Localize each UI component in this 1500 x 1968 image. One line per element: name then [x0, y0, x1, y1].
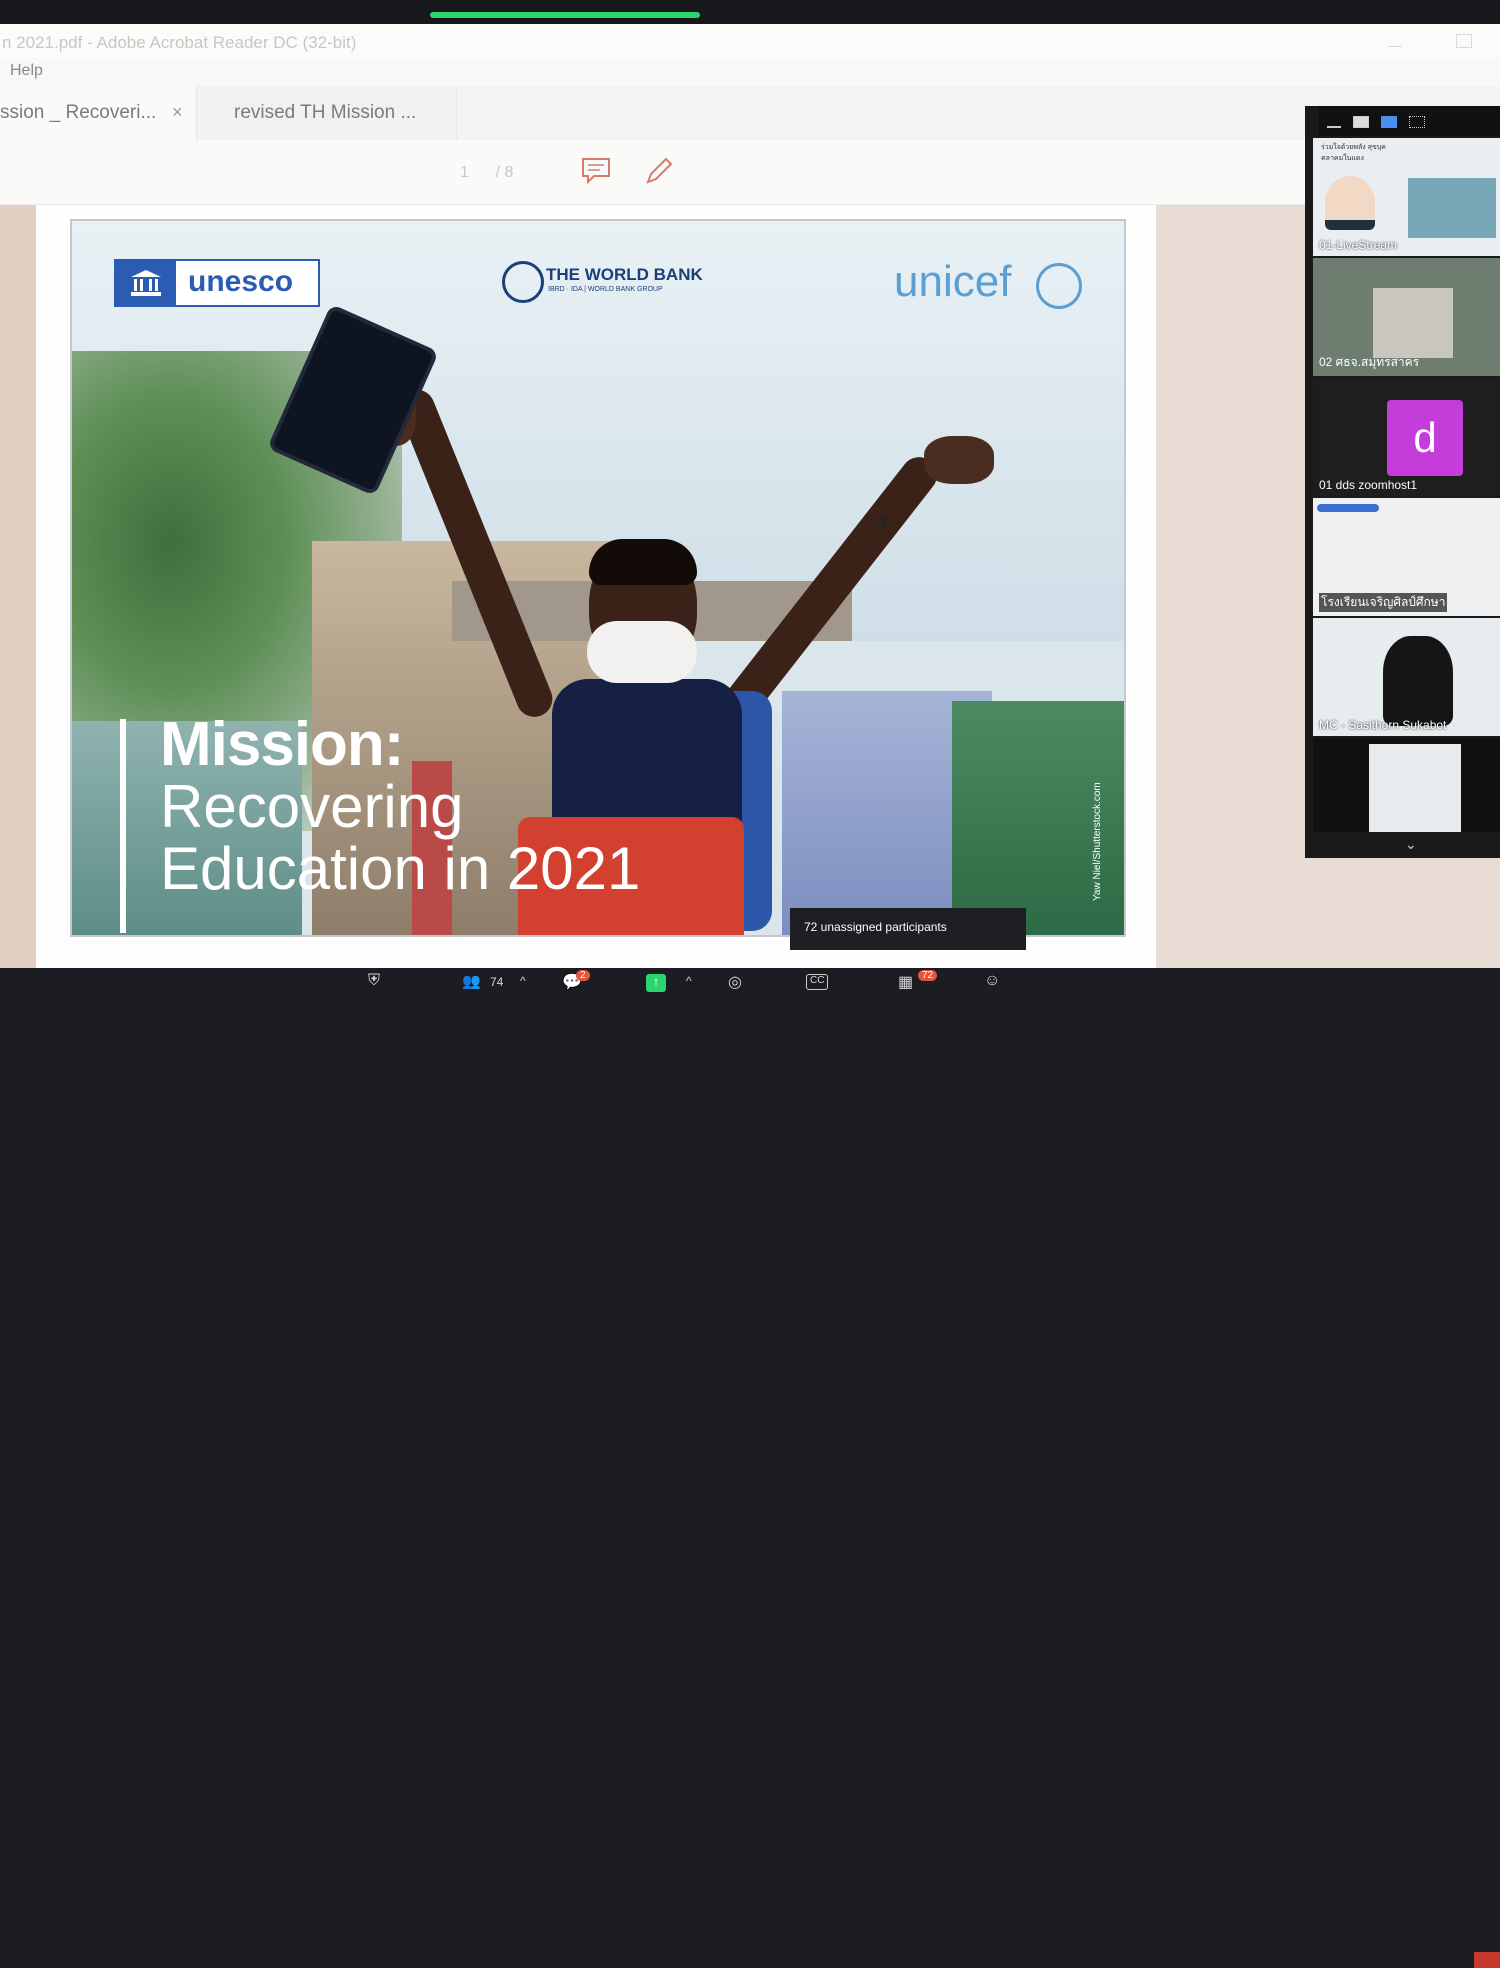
grid-view-icon[interactable] — [1409, 116, 1425, 128]
participant-name: 01-LiveStream — [1319, 238, 1398, 252]
window-title: n 2021.pdf - Adobe Acrobat Reader DC (32… — [2, 33, 357, 52]
unesco-wordmark: unesco — [188, 265, 294, 298]
participant-tile[interactable]: 02 ศธจ.สมุทรสาคร — [1313, 258, 1500, 376]
comment-icon[interactable] — [580, 156, 612, 186]
minimize-icon[interactable] — [1327, 116, 1341, 128]
share-screen-icon[interactable]: ↑ — [646, 974, 666, 992]
participant-tile[interactable]: d 01 dds zoomhost1 — [1313, 378, 1500, 496]
chevron-up-icon[interactable]: ^ — [686, 974, 692, 998]
chat-badge: 2 — [576, 970, 590, 981]
page-current-input[interactable]: 1 — [460, 164, 469, 181]
globe-icon — [502, 261, 544, 303]
participant-tile[interactable] — [1313, 738, 1500, 832]
tab-label: revised TH Mission ... — [234, 102, 417, 123]
close-icon[interactable]: × — [172, 102, 183, 123]
strip-view-icon[interactable] — [1381, 116, 1397, 128]
document-left-gutter — [0, 205, 36, 968]
chevron-down-icon[interactable]: ⌄ — [1405, 836, 1417, 853]
gallery-header — [1319, 106, 1500, 136]
unicef-wordmark: unicef — [894, 257, 1012, 306]
security-icon[interactable]: ⛨ — [368, 972, 380, 996]
reactions-icon[interactable]: ☺ — [984, 972, 1000, 996]
slide-title-block: Recovering Education in 2021 — [160, 776, 640, 900]
tile-banner-text: ร่วมใจด้วยพลัง สุขบุคคลาคมในแดง — [1321, 144, 1386, 162]
title-bar: n 2021.pdf - Adobe Acrobat Reader DC (32… — [0, 24, 1500, 58]
unicef-emblem-icon — [1036, 263, 1082, 309]
temple-icon — [131, 270, 161, 296]
avatar: d — [1387, 400, 1463, 476]
tooltip-text: 72 unassigned participants — [804, 920, 947, 934]
participant-tile[interactable]: โรงเรียนเจริญศิลป์ศึกษา — [1313, 498, 1500, 616]
slide-thumbnail — [1408, 178, 1496, 238]
face-mask — [587, 621, 697, 683]
tab-mission-recovering[interactable]: ssion _ Recoveri... × — [0, 86, 197, 140]
child-right-hand — [924, 436, 994, 484]
participants-count: 74 — [490, 975, 504, 989]
child-hair — [589, 539, 697, 585]
document-tabs: ssion _ Recoveri... × revised TH Mission… — [0, 86, 1500, 140]
zoom-gallery-panel: ร่วมใจด้วยพลัง สุขบุคคลาคมในแดง 01-LiveS… — [1305, 106, 1500, 858]
slide-title-line2: Recovering — [160, 773, 464, 840]
page-total: / 8 — [495, 164, 514, 181]
zoom-meeting-controls: ⛨ 👥 74 ^ 💬 2 ↑ ^ ◎ CC ▦ 72 ☺ — [0, 968, 1500, 1968]
unesco-logo: unesco — [114, 259, 320, 307]
sharing-indicator-bar — [430, 12, 700, 18]
participant-name: 01 dds zoomhost1 — [1319, 478, 1418, 492]
page-indicator: 1 / 8 — [460, 164, 513, 182]
room-thumbnail — [1373, 288, 1453, 358]
mouse-cursor-icon — [882, 518, 889, 532]
taskbar-corner-indicator — [1474, 1952, 1500, 1968]
menu-bar: Help — [0, 58, 1500, 86]
participants-icon[interactable]: 👥 — [462, 972, 481, 996]
speaker-thumbnail — [1325, 176, 1375, 230]
pen-icon[interactable] — [642, 156, 674, 186]
cover-slide: unesco THE WORLD BANK IBRD · IDA | WORLD… — [70, 219, 1126, 937]
photo-credit: Yaw Niel/Shutterstock.com — [1092, 782, 1103, 901]
breakout-tooltip: 72 unassigned participants — [790, 908, 1026, 950]
presenter-thumbnail — [1383, 636, 1453, 726]
world-bank-subtitle: IBRD · IDA | WORLD BANK GROUP — [548, 286, 663, 293]
breakout-badge: 72 — [918, 970, 938, 981]
tab-label: ssion _ Recoveri... — [0, 102, 157, 123]
title-accent-line — [120, 719, 126, 933]
menu-help[interactable]: Help — [10, 62, 43, 80]
tab-revised-th-mission[interactable]: revised TH Mission ... — [200, 86, 457, 140]
slide-title-line1: Mission: — [160, 710, 404, 779]
participant-tile[interactable]: MC - Sasithorn Sukabot — [1313, 618, 1500, 736]
acrobat-toolbar: 1 / 8 — [0, 140, 1500, 205]
participant-name: MC - Sasithorn Sukabot — [1319, 718, 1447, 732]
world-bank-wordmark: THE WORLD BANK — [546, 265, 703, 284]
record-icon[interactable]: ◎ — [728, 972, 742, 996]
participant-name: 02 ศธจ.สมุทรสาคร — [1319, 355, 1420, 369]
video-thumbnail — [1369, 744, 1461, 832]
closed-caption-button[interactable]: CC — [806, 974, 829, 990]
monitor-bezel — [0, 0, 1500, 26]
participant-name: โรงเรียนเจริญศิลป์ศึกษา — [1319, 593, 1448, 612]
single-view-icon[interactable] — [1353, 116, 1369, 128]
breakout-rooms-icon[interactable]: ▦ — [898, 972, 913, 996]
minimize-icon[interactable] — [1388, 34, 1402, 47]
participant-tile[interactable]: ร่วมใจด้วยพลัง สุขบุคคลาคมในแดง 01-LiveS… — [1313, 138, 1500, 256]
unesco-emblem — [116, 261, 176, 305]
tile-badge — [1317, 504, 1379, 512]
slide-title-line3: Education in 2021 — [160, 835, 641, 902]
maximize-icon[interactable] — [1456, 34, 1472, 48]
chevron-up-icon[interactable]: ^ — [520, 974, 526, 998]
